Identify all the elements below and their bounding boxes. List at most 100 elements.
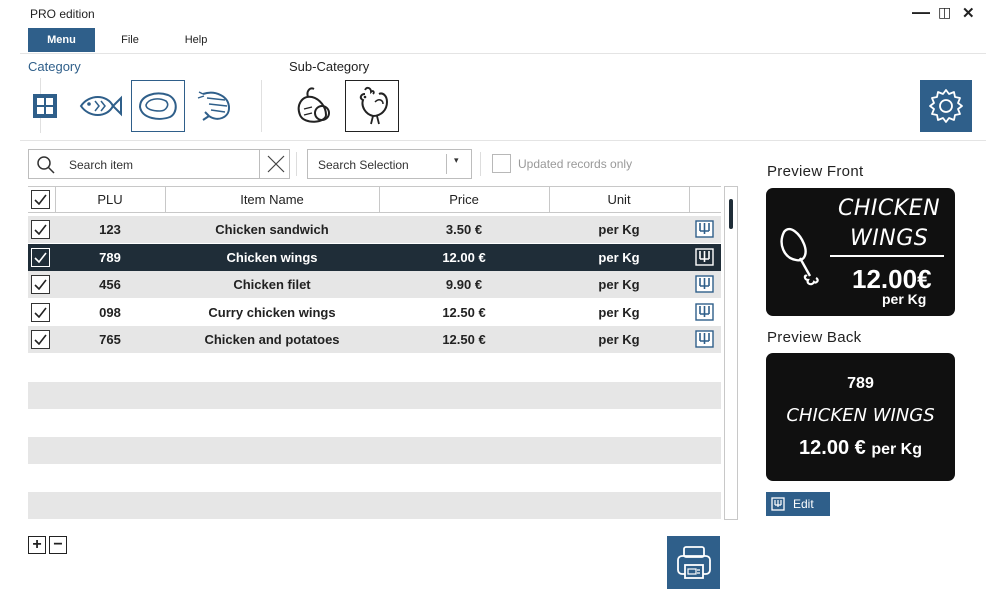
search-icon [37,156,55,174]
row-checkbox[interactable] [31,247,50,267]
row-checkbox[interactable] [31,220,50,239]
cell-plu: 098 [99,304,121,320]
search-divider [259,150,260,178]
back-price-line: 12.00 € per Kg [766,437,955,460]
preview-back-label: Preview Back [767,329,862,346]
table-row[interactable]: 123 Chicken sandwich 3.50 € per Kg [28,216,721,243]
dropdown-divider [446,154,447,174]
category-separator [261,80,262,132]
row-checkbox[interactable] [31,330,50,349]
search-selection-label: Search Selection [318,158,409,172]
updated-records-label: Updated records only [518,157,633,171]
row-checkbox[interactable] [31,302,50,322]
cell-price: 12.50 € [442,332,486,347]
header-price[interactable]: Price [379,187,549,213]
subcategory-label: Sub-Category [289,59,370,74]
search-placeholder: Search item [69,158,134,172]
poultry-icon[interactable] [287,80,341,132]
checkmark-icon [34,224,47,235]
select-all-checkbox[interactable] [31,190,50,209]
empty-row [28,437,721,464]
cell-unit: per Kg [598,304,640,320]
close-icon[interactable]: ✕ [962,4,975,22]
app-title: PRO edition [30,7,95,21]
search-separator-2 [480,152,481,176]
header-separator [689,187,690,213]
cell-item-name: Chicken sandwich [215,222,329,237]
cell-item-name: Chicken wings [226,249,318,265]
table-row[interactable]: 456 Chicken filet 9.90 € per Kg [28,271,721,298]
updated-records-checkbox[interactable] [492,154,511,173]
label-icon[interactable] [695,302,714,321]
preview-back-label-card: 789 CHICKEN WINGS 12.00 € per Kg [766,353,955,481]
cell-price: 12.00 € [442,249,486,265]
back-unit: per Kg [871,441,922,458]
cell-item-name: Chicken filet [233,277,311,292]
header-item-name[interactable]: Item Name [165,187,379,213]
remove-row-button[interactable]: − [49,536,67,554]
table-row[interactable]: 789 Chicken wings 12.00 € per Kg [28,243,721,271]
front-divider [830,255,944,257]
cell-unit: per Kg [598,332,640,347]
cell-plu: 789 [99,249,121,265]
menu-tab-file[interactable]: File [110,28,150,52]
maximize-icon[interactable]: ◫ [938,4,951,21]
preview-front-label: Preview Front [767,163,864,180]
edit-button-label: Edit [793,497,814,511]
label-icon[interactable] [695,220,714,238]
printer-icon [676,545,711,579]
search-input[interactable]: Search item [28,149,290,179]
cell-unit: per Kg [598,222,640,237]
settings-button[interactable] [920,80,972,132]
empty-row [28,492,721,519]
meat-icon[interactable] [131,80,185,132]
front-name-line2: WINGS [850,226,929,251]
front-unit: per Kg [882,291,927,307]
table-row[interactable]: 098 Curry chicken wings 12.50 € per Kg [28,299,721,326]
header-plu[interactable]: PLU [55,187,165,213]
chevron-down-icon: ▾ [454,155,459,165]
chicken-leg-icon [780,227,819,286]
menu-tab-menu[interactable]: Menu [28,28,95,52]
label-icon[interactable] [695,275,714,293]
toolbar-divider [20,140,986,141]
gear-icon [929,89,963,123]
scrollbar-thumb[interactable] [729,199,733,229]
header-unit[interactable]: Unit [549,187,689,213]
grid-icon[interactable] [18,80,72,132]
add-row-button[interactable]: + [28,536,46,554]
front-name-line1: CHICKEN [838,196,941,221]
menu-divider [20,53,986,54]
search-selection-dropdown[interactable]: Search Selection ▾ [307,149,472,179]
checkmark-icon [34,307,47,318]
rooster-icon[interactable] [345,80,399,132]
cell-price: 9.90 € [445,277,483,292]
cell-unit: per Kg [598,249,640,265]
menu-tab-help[interactable]: Help [176,28,216,52]
preview-front-label-card: CHICKEN WINGS 12.00€ per Kg [766,188,955,316]
cell-item-name: Chicken and potatoes [204,332,340,347]
minimize-icon[interactable]: — [912,2,930,23]
checkmark-icon [34,194,47,205]
print-button[interactable] [667,536,720,589]
empty-row [28,382,721,409]
table-row[interactable]: 765 Chicken and potatoes 12.50 € per Kg [28,326,721,353]
fish-icon[interactable] [73,80,127,132]
cell-price: 12.50 € [442,304,486,320]
back-name: CHICKEN WINGS [786,405,935,426]
cell-plu: 123 [99,222,121,237]
checkmark-icon [34,334,47,345]
table-scrollbar[interactable] [724,186,738,520]
cell-plu: 456 [99,277,121,292]
edit-button[interactable]: Edit [766,492,830,516]
category-label: Category [28,59,81,74]
label-icon[interactable] [695,330,714,348]
back-plu: 789 [847,375,874,392]
cell-item-name: Curry chicken wings [208,304,336,320]
table-header: PLU Item Name Price Unit [28,186,721,213]
row-checkbox[interactable] [31,275,50,294]
shrimp-icon[interactable] [188,80,242,132]
checkmark-icon [34,279,47,290]
checkmark-icon [34,252,47,263]
label-icon[interactable] [695,247,714,266]
